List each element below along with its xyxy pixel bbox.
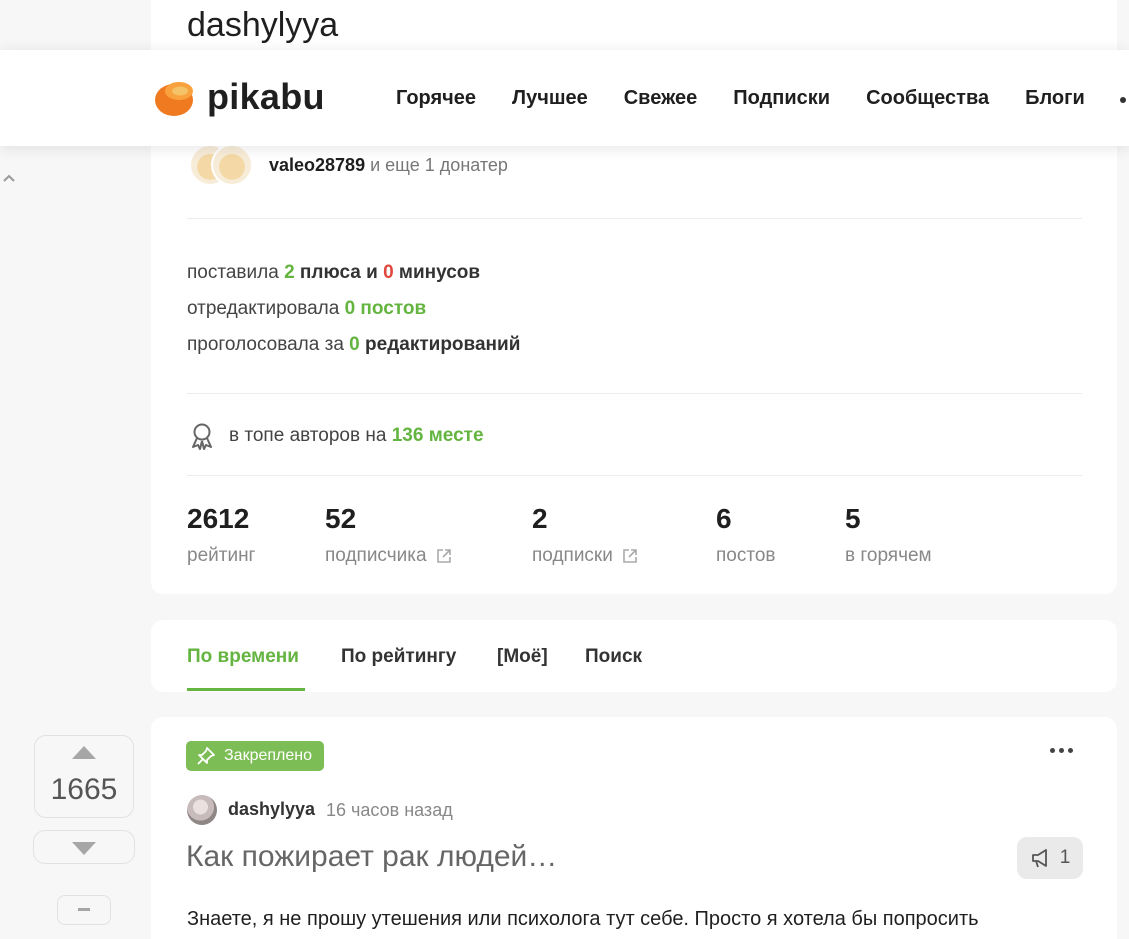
pikabu-logo-icon	[155, 82, 193, 116]
post-rating: 1665	[50, 773, 118, 806]
donators-text: valeo28789 и еще 1 донатер	[269, 155, 508, 176]
nav-item-hot[interactable]: Горячее	[396, 87, 476, 110]
author-avatar[interactable]	[187, 795, 217, 825]
post-body-text: Знаете, я не прошу утешения или психолог…	[187, 908, 979, 930]
rank-value[interactable]: 136 месте	[392, 425, 484, 447]
metric-hot: 5 в горячем	[845, 503, 932, 567]
pin-icon	[197, 747, 215, 765]
metric-value: 2612	[187, 503, 250, 534]
edits-value[interactable]: 0 постов	[345, 298, 427, 319]
edit-votes-prefix: проголосовала за	[187, 334, 344, 355]
edits-prefix: отредактировала	[187, 298, 340, 319]
rank-prefix: в топе авторов на	[229, 425, 387, 446]
metric-label: подписки	[532, 545, 613, 566]
divider	[187, 475, 1082, 476]
megaphone-icon	[1031, 849, 1047, 868]
plus-count: 2	[284, 262, 295, 283]
metric-label: подписчика	[325, 545, 427, 566]
metric-rating: 2612 рейтинг	[187, 503, 256, 567]
main-nav: Горячее Лучшее Свежее Подписки Сообществ…	[396, 87, 1121, 110]
edits-line: отредактировала 0 постов	[187, 298, 426, 320]
metric-value: 6	[716, 503, 732, 534]
award-icon	[192, 423, 212, 450]
donators-row[interactable]: valeo28789 и еще 1 донатер	[189, 144, 508, 186]
comments-count: 1	[1059, 847, 1071, 868]
profile-username: dashylyya	[187, 6, 339, 44]
donator-avatar	[211, 144, 253, 186]
minus-count: 0	[383, 262, 394, 283]
metric-label: постов	[716, 545, 776, 566]
external-link-icon	[436, 549, 451, 563]
arrow-up-icon	[72, 746, 96, 759]
metric-value: 5	[845, 503, 861, 534]
more-options-icon[interactable]	[1050, 748, 1077, 753]
edit-votes-count: 0	[349, 334, 360, 355]
nav-item-subscriptions[interactable]: Подписки	[733, 87, 830, 110]
pikabu-logo[interactable]: pikabu	[153, 76, 325, 118]
metric-label: в горячем	[845, 545, 932, 566]
author-name[interactable]: dashylyya	[228, 799, 315, 820]
nav-item-fresh[interactable]: Свежее	[624, 87, 698, 110]
post-title[interactable]: Как пожирает рак людей…	[186, 840, 557, 874]
edit-votes-line: проголосовала за 0 редактирований	[187, 334, 520, 356]
author-rank: в топе авторов на 136 месте	[189, 422, 484, 450]
tab-by-time[interactable]: По времени	[187, 646, 299, 668]
divider	[187, 218, 1082, 219]
donator-name[interactable]: valeo28789	[269, 155, 365, 175]
pinned-label: Закреплено	[224, 747, 312, 764]
external-link-icon	[623, 549, 637, 563]
edit-votes-label: редактирований	[365, 334, 521, 355]
votes-prefix: поставила	[187, 262, 279, 283]
minus-label: минусов	[398, 262, 481, 283]
metric-value: 52	[325, 503, 357, 534]
minus-icon	[78, 908, 90, 911]
nav-more-icon[interactable]	[1120, 97, 1126, 103]
metric-label: рейтинг	[187, 545, 256, 566]
metric-subscriptions[interactable]: 2 подписки	[532, 503, 638, 567]
nav-item-blogs[interactable]: Блоги	[1025, 87, 1085, 110]
votes-line: поставила 2 плюса и 0 минусов	[187, 262, 480, 284]
metric-value: 2	[532, 503, 548, 534]
plus-label: плюса и	[299, 262, 378, 283]
metric-subscribers[interactable]: 52 подписчика	[325, 503, 452, 567]
donators-rest: и еще 1 донатер	[370, 154, 508, 175]
metric-posts: 6 постов	[716, 503, 776, 567]
brand-name: pikabu	[207, 76, 325, 117]
arrow-down-icon	[72, 842, 96, 855]
tab-search[interactable]: Поиск	[585, 646, 642, 668]
active-tab-indicator	[187, 688, 305, 691]
site-header: pikabu Горячее Лучшее Свежее Подписки Со…	[0, 50, 1129, 146]
nav-item-communities[interactable]: Сообщества	[866, 87, 989, 110]
pinned-badge: Закреплено	[186, 741, 324, 771]
chevron-up-icon[interactable]	[2, 172, 16, 186]
tab-by-rating[interactable]: По рейтингу	[341, 646, 456, 668]
post-time: 16 часов назад	[326, 800, 453, 820]
comments-button[interactable]: 1	[1017, 837, 1083, 879]
nav-item-best[interactable]: Лучшее	[512, 87, 588, 110]
tab-mine[interactable]: [Моё]	[497, 646, 548, 668]
divider	[187, 393, 1082, 394]
